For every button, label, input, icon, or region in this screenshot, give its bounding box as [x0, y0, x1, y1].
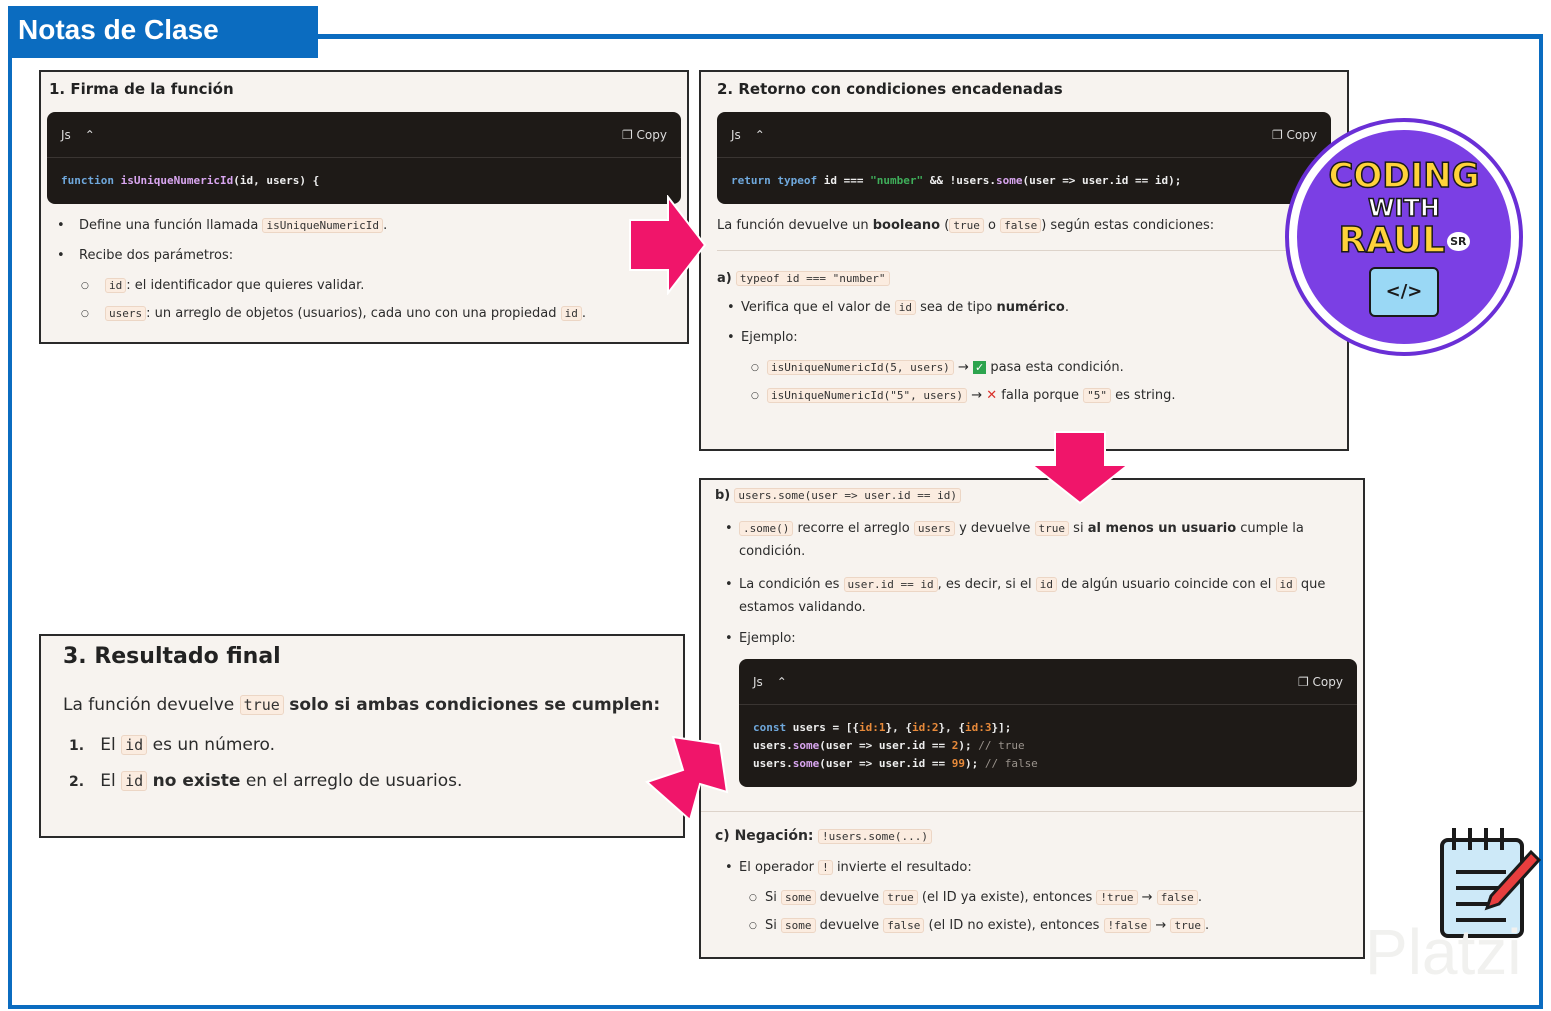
list-subitem: id: el identificador que quieres validar…	[47, 276, 681, 296]
copy-button[interactable]: Copy	[637, 128, 667, 142]
section-function-signature: 1. Firma de la función Js ⌃ ❐ Copy functio…	[39, 70, 689, 344]
copy-button[interactable]: Copy	[1287, 128, 1317, 142]
code-block: Js ⌃ ❐ Copy return typeof id === "number" …	[717, 112, 1331, 204]
collapse-icon[interactable]: ⌃	[755, 128, 765, 142]
section-final-result: 3. Resultado final La función devuelve t…	[39, 634, 685, 838]
list-item: El operador ! invierte el resultado:	[715, 858, 1349, 878]
list-subitem: Si some devuelve true (el ID ya existe),…	[715, 888, 1349, 908]
list-item: Verifica que el valor de id sea de tipo …	[717, 298, 1331, 318]
section-chained-return: 2. Retorno con condiciones encadenadas J…	[699, 70, 1349, 451]
code-block: Js ⌃ ❐ Copy function isUniqueNumericId(id,…	[47, 112, 681, 204]
coding-with-raul-logo: CODING WITH RAUL SR </>	[1285, 118, 1523, 356]
code-content: return typeof id === "number" && !users.…	[731, 174, 1182, 187]
section-title: 3. Resultado final	[63, 644, 281, 669]
page-title: Notas de Clase	[8, 6, 318, 58]
copy-icon[interactable]: ❐	[1272, 128, 1283, 142]
list-subitem: users: un arreglo de objetos (usuarios),…	[47, 304, 681, 324]
code-window-icon: </>	[1369, 267, 1439, 317]
copy-icon[interactable]: ❐	[1298, 675, 1309, 689]
platzi-watermark: Platzi	[1365, 916, 1522, 988]
result-text: La función devuelve true solo si ambas c…	[63, 695, 661, 715]
code-language: Js	[61, 127, 71, 142]
arrow-down-left-icon	[645, 735, 729, 822]
arrow-down-icon	[1030, 431, 1130, 505]
check-icon: ✓	[973, 361, 987, 374]
section-title: 2. Retorno con condiciones encadenadas	[717, 80, 1063, 98]
code-block: Js ⌃ ❐ Copy const users = [{id:1}, {id:2},…	[739, 659, 1357, 787]
list-item: Recibe dos parámetros:	[47, 246, 681, 266]
code-content: const users = [{id:1}, {id:2}, {id:3}]; …	[753, 721, 1038, 770]
copy-button[interactable]: Copy	[1313, 675, 1343, 689]
code-language: Js	[731, 127, 741, 142]
list-subitem: Si some devuelve false (el ID no existe)…	[715, 916, 1349, 936]
list-item: Ejemplo:	[717, 328, 1331, 348]
cross-icon: ✕	[986, 388, 998, 403]
code-content: function isUniqueNumericId(id, users) {	[61, 174, 320, 187]
arrow-right-icon	[629, 195, 707, 295]
copy-icon[interactable]: ❐	[622, 128, 633, 142]
list-item: La condición es user.id == id, es decir,…	[715, 573, 1349, 619]
list-item: Ejemplo:	[715, 629, 1349, 649]
list-item: 1. El id es un número.	[69, 735, 275, 755]
condition-a-heading: a) typeof id === "number"	[717, 271, 1331, 286]
section-title: 1. Firma de la función	[49, 80, 234, 98]
collapse-icon[interactable]: ⌃	[85, 128, 95, 142]
list-item: .some() recorre el arreglo users y devue…	[715, 517, 1349, 563]
collapse-icon[interactable]: ⌃	[777, 675, 787, 689]
code-language: Js	[753, 674, 763, 689]
condition-c-heading: c) Negación: !users.some(...)	[715, 828, 1349, 844]
section-some-and-negation: b) users.some(user => user.id == id) .so…	[699, 478, 1365, 959]
list-subitem: isUniqueNumericId("5", users) → ✕ falla …	[717, 386, 1331, 406]
list-item: 2. El id no existe en el arreglo de usua…	[69, 771, 463, 791]
list-subitem: isUniqueNumericId(5, users) → ✓ pasa est…	[717, 358, 1331, 378]
list-item: Define una función llamada isUniqueNumer…	[47, 216, 681, 236]
intro-text: La función devuelve un booleano (true o …	[717, 218, 1215, 233]
